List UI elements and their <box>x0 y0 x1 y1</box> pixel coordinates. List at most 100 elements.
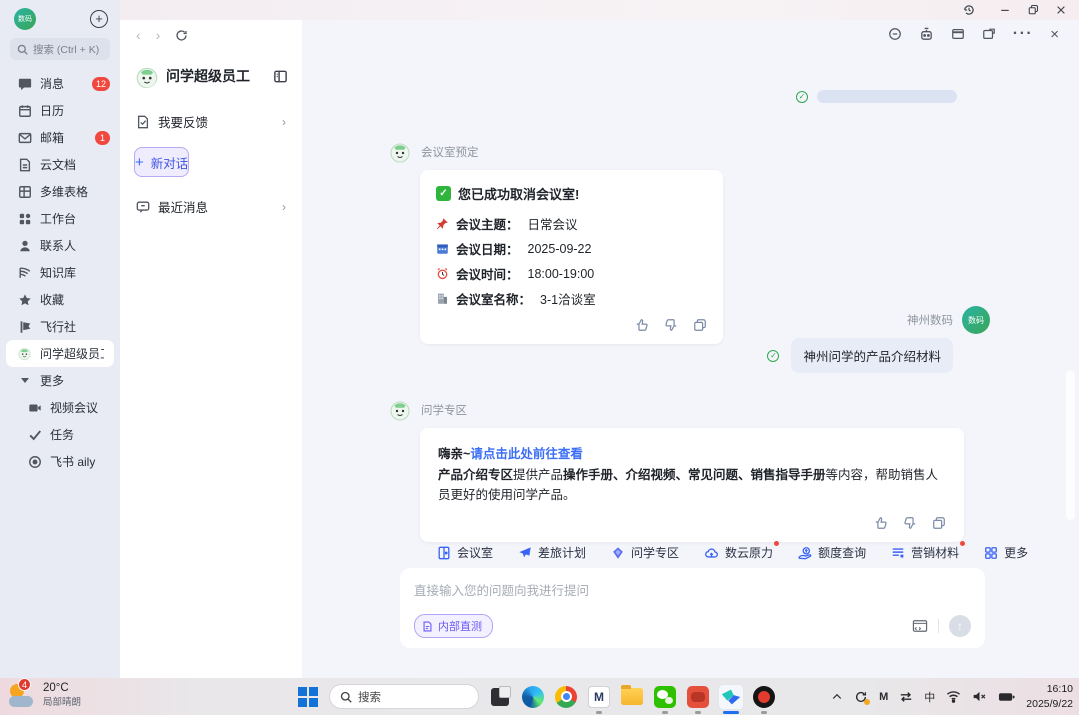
chrome-icon[interactable] <box>554 685 578 709</box>
feishu-icon[interactable] <box>719 685 743 709</box>
mute-icon[interactable] <box>972 690 987 703</box>
maximize-icon[interactable] <box>1027 4 1039 16</box>
thumbs-down-icon[interactable] <box>664 318 678 332</box>
mascot-avatar <box>17 346 32 361</box>
read-receipt-icon: ✓ <box>767 350 779 362</box>
recent-messages-item[interactable]: 最近消息 › <box>132 189 290 224</box>
thumbs-up-icon[interactable] <box>635 318 649 332</box>
copy-icon[interactable] <box>693 318 707 332</box>
sidebar-item-video-meeting[interactable]: 视频会议 <box>0 394 120 421</box>
edge-icon[interactable] <box>521 685 545 709</box>
thumbs-up-icon[interactable] <box>874 516 888 530</box>
collapse-sidebar-icon[interactable] <box>273 69 288 84</box>
close-icon[interactable] <box>1055 4 1067 16</box>
nav-back-icon[interactable]: ‹ <box>136 27 141 43</box>
sidebar-item-contacts[interactable]: 联系人 <box>0 232 120 259</box>
sidebar-item-wenxue[interactable]: 问学超级员工 <box>6 340 114 367</box>
greeting-text: 嗨亲~ <box>438 447 470 461</box>
paragraph-bold: 产品介绍专区 <box>438 468 513 482</box>
quick-action-label: 问学专区 <box>631 544 679 561</box>
weather-widget[interactable]: 4 20°C 局部晴朗 <box>8 682 81 708</box>
sidebar-item-more[interactable]: 更多 <box>0 367 120 394</box>
quick-action-meeting-room[interactable]: 会议室 <box>437 544 493 561</box>
cat-app-icon[interactable] <box>686 685 710 709</box>
minimize-icon[interactable] <box>999 4 1011 16</box>
sidebar-item-docs[interactable]: 云文档 <box>0 151 120 178</box>
windows-logo-icon <box>298 687 318 707</box>
user-avatar[interactable]: 数码 <box>14 8 36 30</box>
refresh-icon[interactable] <box>175 29 188 42</box>
search-input[interactable]: 搜索 (Ctrl + K) <box>10 38 110 60</box>
nav-forward-icon[interactable]: › <box>156 27 161 43</box>
zone-link[interactable]: 请点击此处前往查看 <box>470 447 583 461</box>
sidebar-item-calendar[interactable]: 日历 <box>0 97 120 124</box>
popout-icon[interactable] <box>982 27 996 41</box>
clock[interactable]: 16:10 2025/9/22 <box>1026 682 1073 710</box>
transfer-icon[interactable] <box>899 690 913 704</box>
new-chat-button[interactable]: + 新对话 <box>134 147 189 177</box>
workbench-icon <box>17 211 32 226</box>
quick-action-more[interactable]: 更多 <box>984 544 1028 561</box>
start-button[interactable] <box>296 685 320 709</box>
flight-icon <box>17 319 32 334</box>
sidebar-item-workbench[interactable]: 工作台 <box>0 205 120 232</box>
more-icon[interactable]: ··· <box>1013 25 1033 43</box>
window-titlebar <box>120 0 1079 20</box>
send-button[interactable]: ↑ <box>949 615 971 637</box>
user-message: 神州数码 数码 ✓ 神州问学的产品介绍材料 <box>767 306 990 373</box>
bot-message-meeting: 会议室预定 ✓ 您已成功取消会议室! 会议主题： 日常会 <box>388 140 723 344</box>
bot-avatar[interactable] <box>388 140 412 164</box>
user-avatar[interactable]: 数码 <box>962 306 990 334</box>
sidebar-item-tasks[interactable]: 任务 <box>0 421 120 448</box>
quick-action-shuyun[interactable]: 数云原力 <box>704 544 773 561</box>
row-label: 会议主题： <box>456 214 519 233</box>
ime-indicator[interactable]: 中 <box>924 689 935 705</box>
add-icon[interactable]: + <box>90 10 108 28</box>
sync-icon[interactable] <box>854 690 868 704</box>
quick-action-marketing-material[interactable]: 营销材料 <box>891 544 959 561</box>
sidebar-item-label: 消息 <box>40 75 64 92</box>
sidebar-item-aily[interactable]: 飞书 aily <box>0 448 120 475</box>
history-icon[interactable] <box>963 4 975 16</box>
sidebar-item-base[interactable]: 多维表格 <box>0 178 120 205</box>
close-chat-icon[interactable]: × <box>1050 26 1059 43</box>
shortcut-panel-icon[interactable] <box>912 619 928 633</box>
quick-action-quota-query[interactable]: 额度查询 <box>798 544 866 561</box>
chat-header: ··· × <box>302 20 1079 48</box>
message-input-box[interactable]: 直接输入您的问题向我进行提问 内部直测 ↑ <box>400 568 985 648</box>
tray-chevron-icon[interactable] <box>831 691 843 703</box>
taskbar-search-input[interactable]: 搜索 <box>329 684 479 709</box>
wifi-icon[interactable] <box>946 690 961 703</box>
battery-icon[interactable] <box>998 691 1015 703</box>
sidebar-item-knowledge[interactable]: 知识库 <box>0 259 120 286</box>
recorder-icon[interactable] <box>752 685 776 709</box>
divider <box>938 619 939 633</box>
feedback-item[interactable]: 我要反馈 › <box>132 104 290 139</box>
sidebar-item-flight-club[interactable]: 飞行社 <box>0 313 120 340</box>
chat-icon <box>17 76 32 91</box>
bot-icon[interactable] <box>919 27 934 42</box>
file-explorer-icon[interactable] <box>620 685 644 709</box>
input-tag[interactable]: 内部直测 <box>414 614 493 638</box>
m-app-icon[interactable]: M <box>587 685 611 709</box>
bot-avatar[interactable] <box>388 398 412 422</box>
sidebar-item-label: 飞书 aily <box>50 453 95 470</box>
table-icon <box>17 184 32 199</box>
sidebar-item-favorites[interactable]: 收藏 <box>0 286 120 313</box>
blurred-message-bubble <box>817 90 957 103</box>
m-tray-icon[interactable]: M <box>879 691 888 703</box>
zone-card: 嗨亲~请点击此处前往查看 产品介绍专区提供产品操作手册、介绍视频、常见问题、销售… <box>420 428 964 542</box>
chat-minimize-icon[interactable] <box>888 27 902 41</box>
new-chat-label: 新对话 <box>151 153 189 172</box>
wechat-icon[interactable] <box>653 685 677 709</box>
banner-icon[interactable] <box>951 27 965 41</box>
thumbs-down-icon[interactable] <box>903 516 917 530</box>
task-view-icon[interactable] <box>488 685 512 709</box>
copy-icon[interactable] <box>932 516 946 530</box>
scrollbar-thumb[interactable] <box>1066 370 1075 520</box>
sidebar-item-mail[interactable]: 邮箱 1 <box>0 124 120 151</box>
sidebar-item-messages[interactable]: 消息 12 <box>0 70 120 97</box>
quick-action-travel-plan[interactable]: 差旅计划 <box>518 544 586 561</box>
quick-action-wenxue-zone[interactable]: 问学专区 <box>611 544 679 561</box>
row-value: 2025-09-22 <box>528 242 592 256</box>
